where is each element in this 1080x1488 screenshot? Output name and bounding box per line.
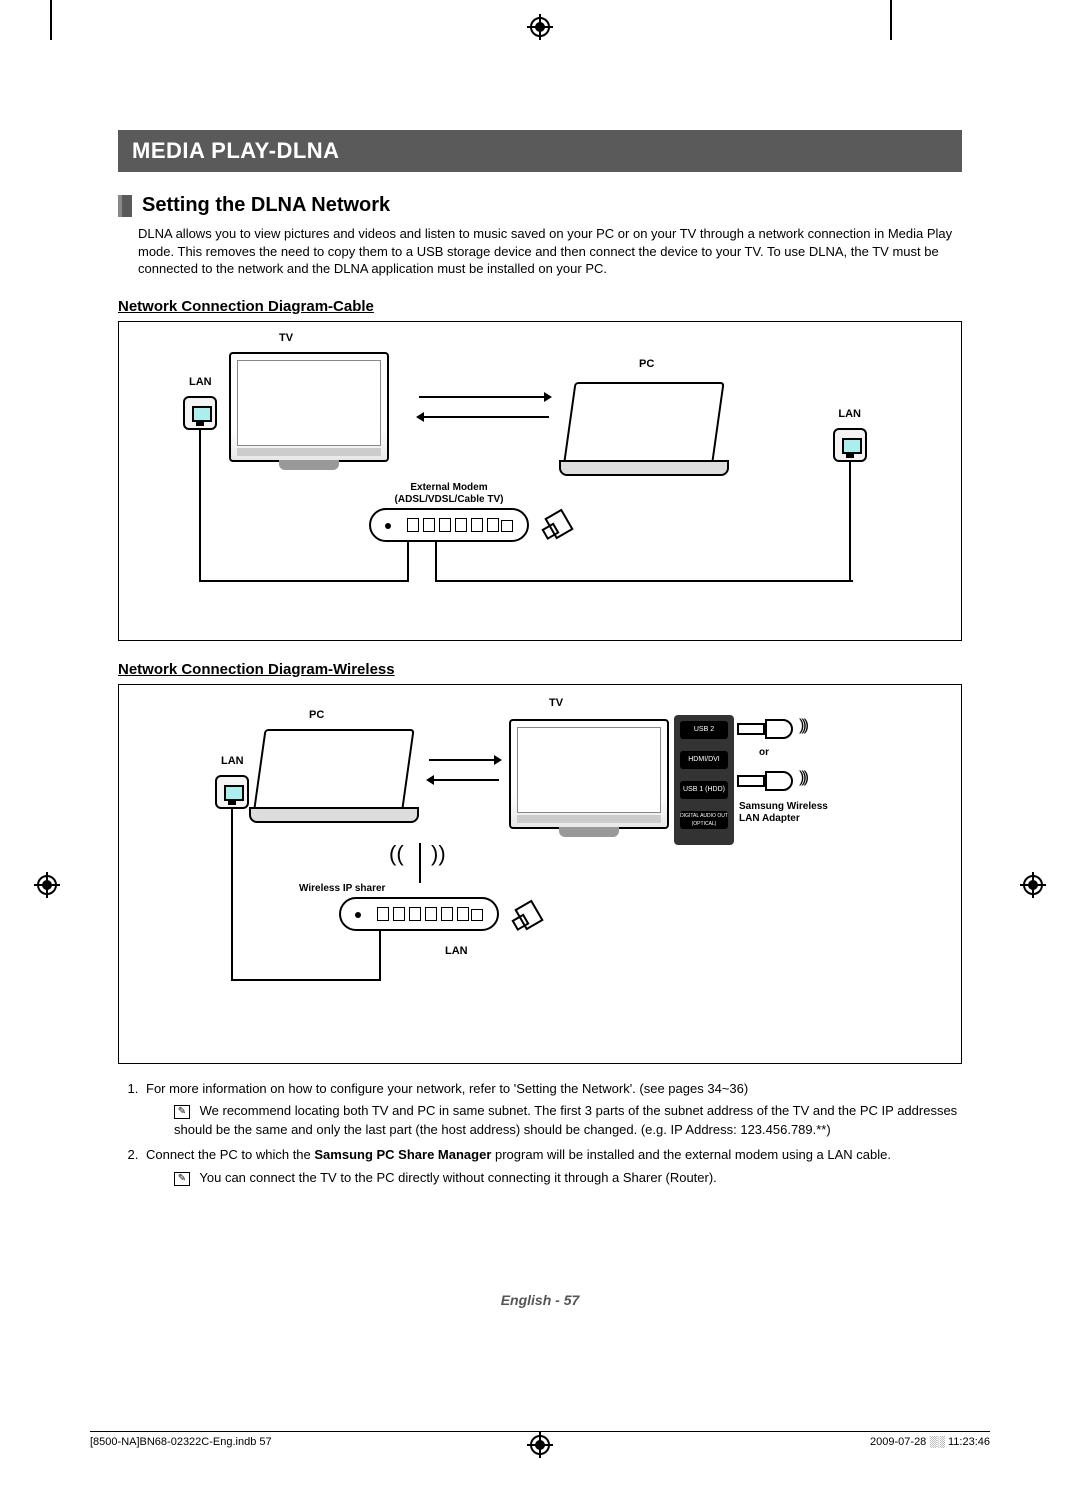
cable <box>435 580 853 582</box>
tv-port-panel-icon: USB 2 HDMI/DVI USB 1 (HDD) DIGITAL AUDIO… <box>674 715 734 845</box>
page-footer: English - 57 <box>501 1292 580 1308</box>
note-text: Connect the PC to which the Samsung PC S… <box>146 1147 891 1162</box>
wireless-signal-icon: ))) <box>799 717 806 735</box>
label-lan: LAN <box>838 408 861 420</box>
cable <box>231 979 381 981</box>
laptop-icon <box>259 729 419 823</box>
cable <box>231 809 233 979</box>
wireless-signal-icon: (( <box>389 841 404 867</box>
label-tv: TV <box>549 697 563 709</box>
laptop-icon <box>569 382 729 476</box>
registration-mark-icon <box>527 14 553 40</box>
cable <box>379 931 381 981</box>
note-icon: ✎ <box>174 1172 190 1186</box>
section-heading: Setting the DLNA Network <box>118 194 962 217</box>
content-area: MEDIA PLAY-DLNA Setting the DLNA Network… <box>118 130 962 1194</box>
cable <box>199 430 201 580</box>
cable <box>199 580 409 582</box>
lan-port-icon <box>215 775 249 809</box>
cable <box>849 462 851 582</box>
chapter-title: MEDIA PLAY-DLNA <box>118 130 962 172</box>
tv-icon <box>509 719 669 829</box>
footer-rule <box>90 1431 990 1432</box>
crop-mark <box>50 0 52 40</box>
cable <box>407 542 409 582</box>
crop-mark <box>890 0 892 40</box>
registration-mark-icon <box>34 872 60 898</box>
port-usb1: USB 1 (HDD) <box>680 781 728 799</box>
label-pc: PC <box>309 709 324 721</box>
port-usb2: USB 2 <box>680 721 728 739</box>
label-modem-sub: (ADSL/VDSL/Cable TV) <box>379 494 519 505</box>
instruction-list: For more information on how to configure… <box>142 1080 962 1188</box>
label-modem: External Modem <box>379 482 519 493</box>
arrow-icon <box>429 779 499 781</box>
label-lan: LAN <box>221 755 244 767</box>
label-or: or <box>759 747 769 758</box>
registration-mark-icon <box>527 1432 553 1458</box>
subheading-cable: Network Connection Diagram-Cable <box>118 298 962 315</box>
cable <box>435 542 437 582</box>
intro-paragraph: DLNA allows you to view pictures and vid… <box>138 225 962 278</box>
timestamp: 2009-07-28 ░░ 11:23:46 <box>870 1436 990 1448</box>
usb-adapter-icon <box>737 719 797 741</box>
label-lan: LAN <box>445 945 468 957</box>
label-wlan2: LAN Adapter <box>739 813 800 824</box>
diagram-cable: TV PC LAN LAN External Modem (ADSL/VDSL/… <box>118 321 962 641</box>
page: MEDIA PLAY-DLNA Setting the DLNA Network… <box>0 0 1080 1488</box>
bold-text: Samsung PC Share Manager <box>314 1147 491 1162</box>
wireless-signal-icon: )) <box>431 841 446 867</box>
arrow-icon <box>419 416 549 418</box>
label-lan: LAN <box>189 376 212 388</box>
tv-icon <box>229 352 389 462</box>
diagram-wireless: TV PC LAN USB 2 HDMI/DVI USB 1 (HDD) DIG… <box>118 684 962 1064</box>
source-file-stamp: [8500-NA]BN68-02322C-Eng.indb 57 <box>90 1436 272 1448</box>
note-text: You can connect the TV to the PC directl… <box>199 1170 716 1185</box>
registration-mark-icon <box>1020 872 1046 898</box>
note-icon: ✎ <box>174 1105 190 1119</box>
note-sub: ✎ We recommend locating both TV and PC i… <box>174 1102 962 1140</box>
label-tv: TV <box>279 332 293 344</box>
arrow-icon <box>419 396 549 398</box>
router-icon <box>339 897 499 931</box>
wall-plug-icon <box>544 508 573 539</box>
list-item: Connect the PC to which the Samsung PC S… <box>142 1146 962 1188</box>
lan-port-icon <box>183 396 217 430</box>
usb-adapter-icon <box>737 771 797 793</box>
label-pc: PC <box>639 358 654 370</box>
arrow-icon <box>429 759 499 761</box>
list-item: For more information on how to configure… <box>142 1080 962 1141</box>
wireless-signal-icon: ))) <box>799 769 806 787</box>
port-hdmi: HDMI/DVI <box>680 751 728 769</box>
note-sub: ✎ You can connect the TV to the PC direc… <box>174 1169 962 1188</box>
note-text: For more information on how to configure… <box>146 1081 748 1096</box>
note-text: We recommend locating both TV and PC in … <box>174 1103 957 1137</box>
label-sharer: Wireless IP sharer <box>299 883 385 894</box>
wall-plug-icon <box>514 899 543 930</box>
label-wlan: Samsung Wireless <box>739 801 828 812</box>
section-title: Setting the DLNA Network <box>142 194 390 217</box>
port-optical: DIGITAL AUDIO OUT (OPTICAL) <box>680 811 728 829</box>
section-marker-icon <box>118 195 132 217</box>
modem-icon <box>369 508 529 542</box>
lan-port-icon <box>833 428 867 462</box>
antenna-icon <box>419 843 421 883</box>
subheading-wireless: Network Connection Diagram-Wireless <box>118 661 962 678</box>
